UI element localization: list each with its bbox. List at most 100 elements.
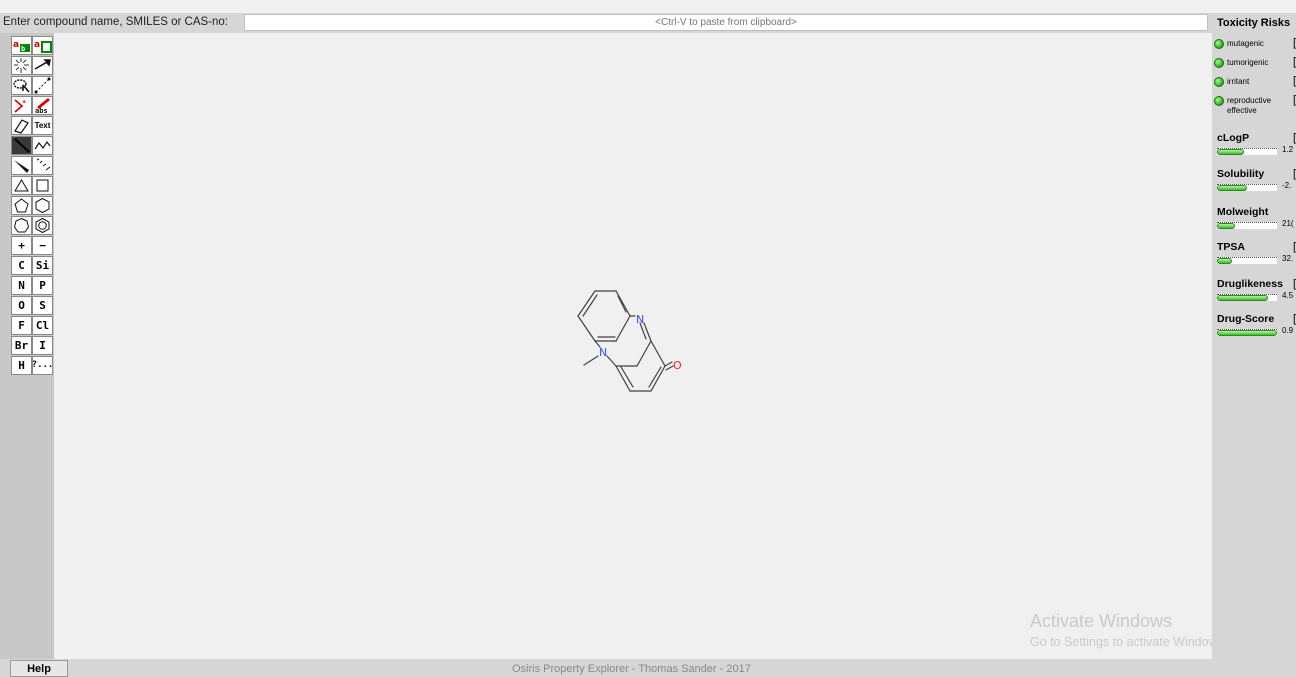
atom-f-tool[interactable]: F xyxy=(11,316,32,335)
prop-tpsa[interactable]: TPSA [ 32. xyxy=(1217,241,1296,264)
bond xyxy=(650,340,666,367)
wedge-down-tool[interactable] xyxy=(32,156,53,175)
bond xyxy=(636,340,652,367)
chain-tool[interactable] xyxy=(32,136,53,155)
unmap-tool[interactable]: a xyxy=(32,36,53,55)
prop-clogp[interactable]: cLogP [ 1.2 xyxy=(1217,132,1296,155)
atom-si-tool[interactable]: Si xyxy=(32,256,53,275)
atom-h-tool[interactable]: H xyxy=(11,356,32,375)
atom-c-tool[interactable]: C xyxy=(11,256,32,275)
charge-plus-tool[interactable]: + xyxy=(11,236,32,255)
prop-molweight[interactable]: Molweight 21( xyxy=(1217,206,1296,229)
atom-other-label: ?... xyxy=(32,360,53,370)
bond xyxy=(577,290,596,317)
watermark-subtitle: Go to Settings to activate Windows. xyxy=(1030,635,1228,649)
prop-druglikeness[interactable]: Druglikeness [ 4.5 xyxy=(1217,278,1296,301)
atom-s-label: S xyxy=(39,299,46,312)
charge-plus-label: + xyxy=(18,239,25,252)
wedge-up-tool[interactable] xyxy=(11,156,32,175)
charge-minus-tool[interactable]: − xyxy=(32,236,53,255)
atom-i-tool[interactable]: I xyxy=(32,336,53,355)
stereo-tool[interactable]: * xyxy=(11,96,32,115)
property-panel: Toxicity Risks mutagenic [ tumorigenic [… xyxy=(1212,13,1296,659)
prop-bar xyxy=(1217,294,1277,301)
prop-bar-fill xyxy=(1217,223,1235,229)
abs-tool[interactable]: abs xyxy=(32,96,53,115)
prop-bar-fill xyxy=(1217,258,1232,264)
app-window: Enter compound name, SMILES or CAS-no: <… xyxy=(0,0,1296,677)
footer-credit: Osiris Property Explorer - Thomas Sander… xyxy=(512,663,751,675)
atom-s-tool[interactable]: S xyxy=(32,296,53,315)
ring-5-tool[interactable] xyxy=(11,196,32,215)
prop-value: 0.9 xyxy=(1282,326,1294,335)
compound-input[interactable]: <Ctrl-V to paste from clipboard> xyxy=(244,14,1208,31)
select-tool[interactable] xyxy=(32,76,53,95)
atom-n-tool[interactable]: N xyxy=(11,276,32,295)
drawing-canvas[interactable]: N N O Activate Windows Go to Settings to… xyxy=(54,33,1227,659)
reaction-arrow-tool[interactable] xyxy=(32,56,53,75)
atom-n-label: N xyxy=(636,313,644,326)
prop-label: cLogP xyxy=(1217,132,1250,144)
risk-label: mutagenic xyxy=(1227,39,1264,48)
aromatic-ring-tool[interactable] xyxy=(32,216,53,235)
prop-label: TPSA xyxy=(1217,241,1246,253)
risk-label: tumorigenic xyxy=(1227,58,1269,67)
bond xyxy=(615,315,631,342)
clean-tool[interactable] xyxy=(11,56,32,75)
atom-f-label: F xyxy=(18,319,25,332)
atom-n-label: N xyxy=(18,279,25,292)
tool-palette: ab a * abs Text + − C Si N P O S F Cl Br… xyxy=(0,33,54,659)
prop-solubility[interactable]: Solubility [ -2. xyxy=(1217,168,1296,191)
ring-6-tool[interactable] xyxy=(32,196,53,215)
risk-tumorigenic[interactable]: tumorigenic [ xyxy=(1214,56,1296,68)
prop-label: Molweight xyxy=(1217,206,1269,218)
risk-reproductive-effective[interactable]: reproductive effective [ xyxy=(1214,94,1296,116)
text-tool-label: Text xyxy=(34,120,51,130)
status-indicator xyxy=(1214,96,1224,106)
ring-7-tool[interactable] xyxy=(11,216,32,235)
help-button[interactable]: Help xyxy=(10,660,68,677)
double-bond-inner xyxy=(617,295,627,313)
ring-3-tool[interactable] xyxy=(11,176,32,195)
svg-text:abs: abs xyxy=(35,107,48,114)
toxicity-title: Toxicity Risks xyxy=(1217,17,1291,29)
atom-br-tool[interactable]: Br xyxy=(11,336,32,355)
methyl-bond xyxy=(583,355,599,366)
ring-4-tool[interactable] xyxy=(32,176,53,195)
status-indicator xyxy=(1214,58,1224,68)
prop-bar xyxy=(1217,222,1277,229)
atom-br-label: Br xyxy=(14,339,29,352)
atom-si-label: Si xyxy=(35,259,50,272)
eraser-tool[interactable] xyxy=(11,116,32,135)
risk-mutagenic[interactable]: mutagenic [ xyxy=(1214,37,1296,49)
atom-cl-label: Cl xyxy=(35,319,50,332)
atom-other-tool[interactable]: ?... xyxy=(32,356,53,375)
atom-cl-tool[interactable]: Cl xyxy=(32,316,53,335)
atom-h-label: H xyxy=(18,359,25,372)
carbonyl-bond xyxy=(665,365,674,371)
atom-o-tool[interactable]: O xyxy=(11,296,32,315)
text-tool[interactable]: Text xyxy=(32,116,53,135)
prop-label: Drug-Score xyxy=(1217,313,1275,325)
atom-i-label: I xyxy=(39,339,46,352)
atom-c-label: C xyxy=(18,259,25,272)
prop-drug-score[interactable]: Drug-Score [ 0.9 xyxy=(1217,313,1296,336)
svg-text:a: a xyxy=(13,40,19,50)
single-bond-tool[interactable] xyxy=(11,136,32,155)
prop-bar xyxy=(1217,148,1277,155)
prop-bar-fill xyxy=(1217,149,1244,155)
prop-bar-fill xyxy=(1217,185,1247,191)
prop-value: -2. xyxy=(1282,181,1292,190)
risk-irritant[interactable]: irritant [ xyxy=(1214,75,1296,87)
bond xyxy=(577,315,596,342)
risk-label: irritant xyxy=(1227,77,1250,86)
prop-value: 32. xyxy=(1282,254,1294,263)
bond xyxy=(615,290,631,317)
atom-p-tool[interactable]: P xyxy=(32,276,53,295)
status-bar: Help Osiris Property Explorer - Thomas S… xyxy=(0,659,1296,677)
lasso-tool[interactable] xyxy=(11,76,32,95)
activate-windows-watermark: Activate Windows Go to Settings to activ… xyxy=(1030,611,1227,649)
atom-o-label: O xyxy=(673,359,682,372)
atom-map-tool[interactable]: ab xyxy=(11,36,32,55)
molecule-structure: N N O xyxy=(577,290,682,392)
